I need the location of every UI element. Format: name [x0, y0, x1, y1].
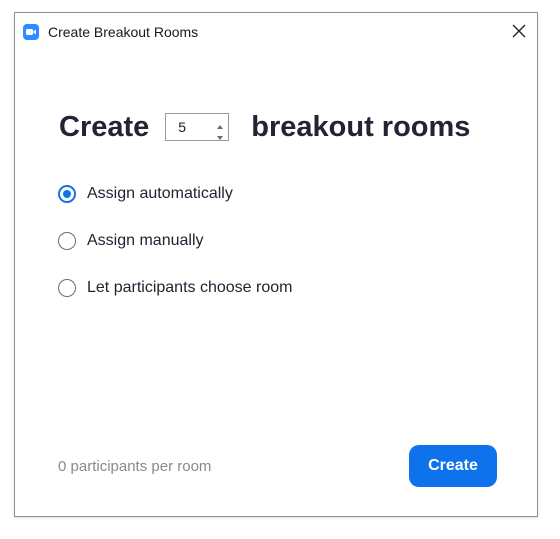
radio-assign-automatically[interactable] — [58, 185, 76, 203]
option-label: Assign automatically — [87, 185, 233, 202]
option-label: Assign manually — [87, 232, 204, 249]
option-participants-choose[interactable]: Let participants choose room — [58, 277, 292, 299]
increment-arrow-icon[interactable] — [216, 118, 224, 129]
option-label: Let participants choose room — [87, 279, 293, 296]
close-button[interactable] — [507, 19, 531, 43]
rooms-count-heading: Create 5 breakout rooms — [59, 107, 470, 147]
zoom-camera-icon — [23, 24, 39, 40]
option-assign-manually[interactable]: Assign manually — [58, 230, 292, 252]
radio-assign-manually[interactable] — [58, 232, 76, 250]
rooms-count-stepper[interactable]: 5 — [165, 113, 230, 141]
option-assign-automatically[interactable]: Assign automatically — [58, 183, 292, 205]
close-icon — [512, 24, 526, 38]
window-title: Create Breakout Rooms — [48, 24, 199, 40]
rooms-count-value[interactable]: 5 — [178, 118, 186, 136]
decrement-arrow-icon[interactable] — [216, 129, 224, 140]
radio-participants-choose[interactable] — [58, 279, 76, 297]
assignment-options: Assign automatically Assign manually Let… — [58, 183, 292, 324]
heading-suffix: breakout rooms — [251, 111, 471, 143]
breakout-rooms-dialog: Create Breakout Rooms Create 5 breakout … — [14, 12, 538, 517]
participants-per-room-text: 0 participants per room — [58, 458, 212, 475]
create-button[interactable]: Create — [409, 445, 497, 487]
title-bar: Create Breakout Rooms — [15, 13, 537, 47]
heading-prefix: Create — [59, 111, 150, 143]
